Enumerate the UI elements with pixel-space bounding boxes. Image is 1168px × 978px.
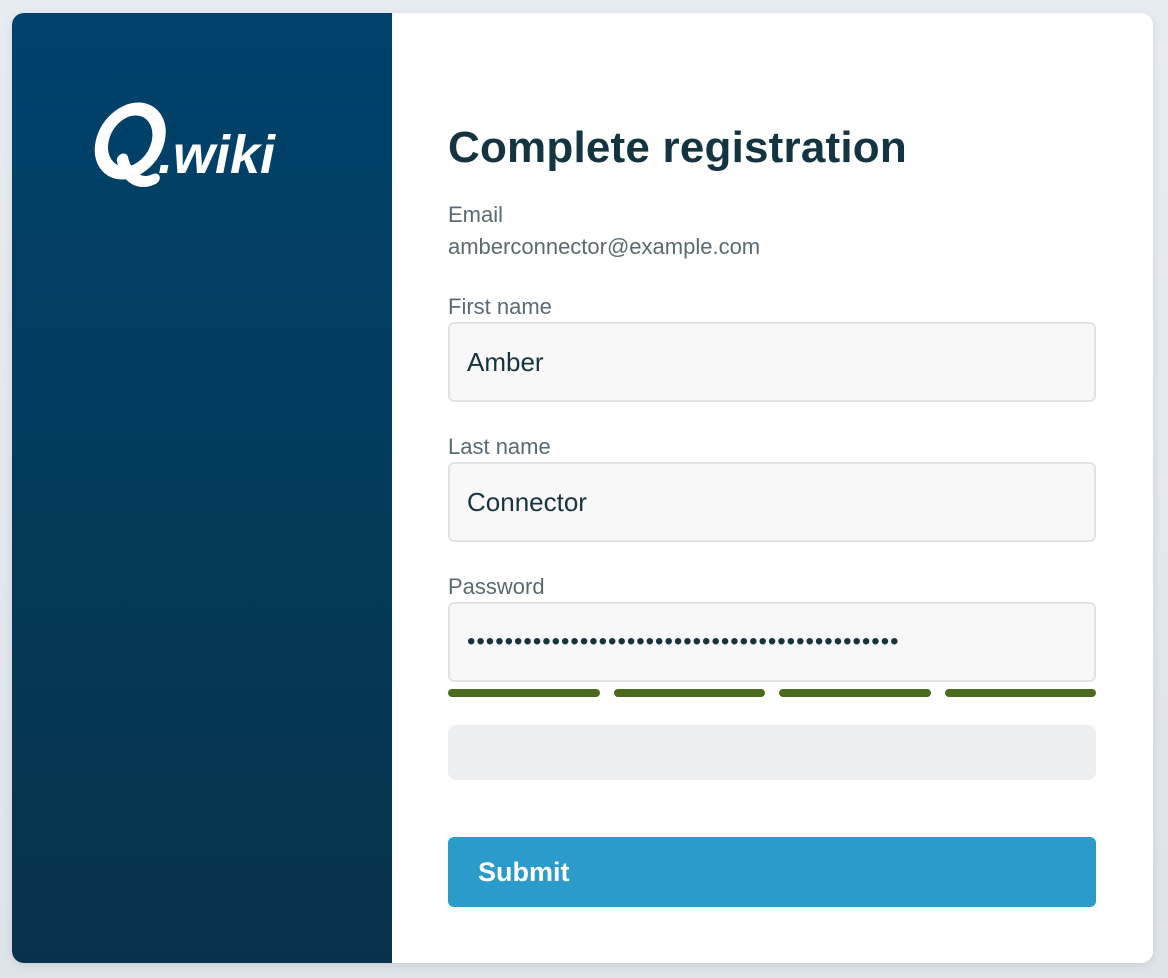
svg-text:.wiki: .wiki — [158, 125, 276, 185]
brand-sidebar: .wiki — [12, 13, 392, 963]
form-panel: Complete registration Email amberconnect… — [392, 13, 1153, 963]
strength-segment — [779, 689, 931, 697]
last-name-label: Last name — [448, 434, 551, 459]
password-input[interactable] — [448, 602, 1096, 682]
email-value: amberconnector@example.com — [448, 234, 761, 259]
first-name-input[interactable] — [448, 322, 1096, 402]
first-name-label: First name — [448, 294, 552, 319]
password-label: Password — [448, 574, 545, 599]
email-label: Email — [448, 202, 504, 227]
submit-button[interactable]: Submit — [448, 837, 1096, 907]
strength-segment — [944, 689, 1096, 697]
password-hint-box — [448, 725, 1096, 780]
qwiki-logo: .wiki — [94, 95, 296, 195]
strength-segment — [448, 689, 600, 697]
last-name-input[interactable] — [448, 462, 1096, 542]
strength-segment — [613, 689, 765, 697]
password-strength-meter — [448, 689, 1096, 697]
q-logo-icon: .wiki — [94, 102, 276, 187]
page-title: Complete registration — [448, 123, 907, 172]
registration-card: .wiki Complete registration Email amberc… — [12, 13, 1153, 963]
